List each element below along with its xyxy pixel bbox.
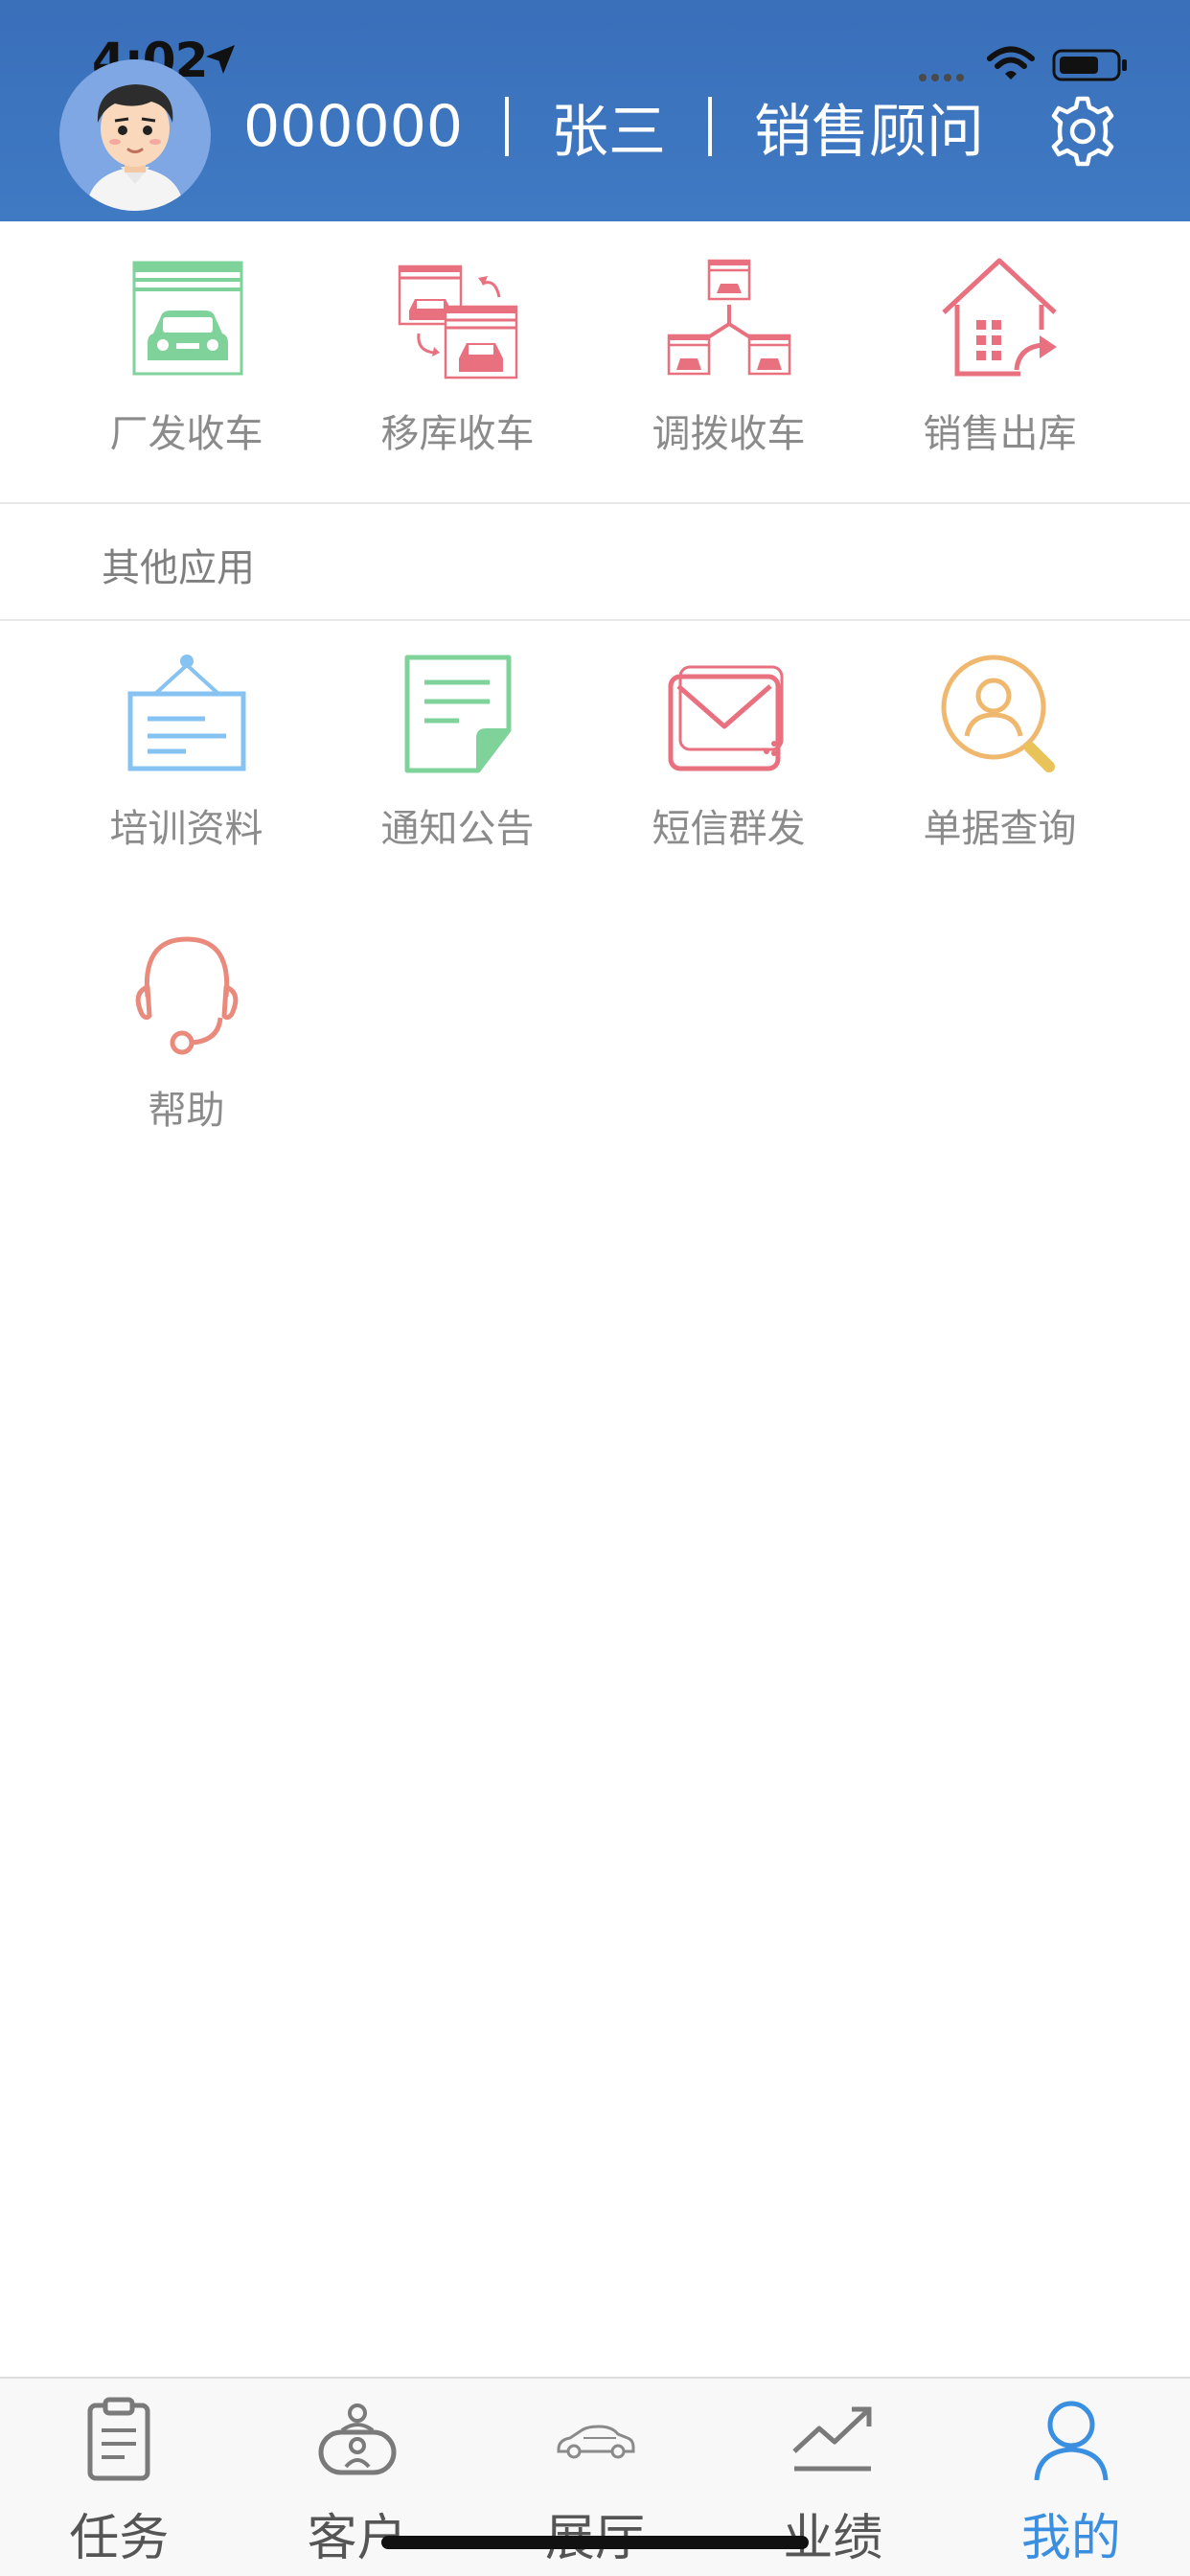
settings-gear-icon[interactable] xyxy=(1046,95,1119,168)
app-notices[interactable]: 通知公告 xyxy=(322,652,593,933)
person-icon xyxy=(1034,2401,1109,2481)
profile-header: 4:02 xyxy=(0,0,1190,221)
wifi-icon xyxy=(987,46,1035,80)
customer-icon xyxy=(318,2404,397,2475)
cellular-signal-icon xyxy=(919,74,964,81)
tab-label: 任务 xyxy=(69,2510,170,2567)
divider xyxy=(708,97,713,156)
sms-envelope-icon xyxy=(668,665,783,771)
tab-label: 业绩 xyxy=(783,2510,883,2567)
action-transfer-warehouse[interactable]: 移库收车 xyxy=(322,257,593,458)
app-label: 培训资料 xyxy=(109,807,263,851)
avatar[interactable] xyxy=(59,59,211,211)
action-label: 销售出库 xyxy=(923,412,1077,456)
app-help[interactable]: 帮助 xyxy=(51,933,322,1215)
app-label: 通知公告 xyxy=(380,807,535,851)
app-sms-broadcast[interactable]: 短信群发 xyxy=(593,652,864,933)
section-divider xyxy=(0,502,1190,504)
clipboard-icon xyxy=(87,2397,150,2481)
action-sales-outbound[interactable]: 销售出库 xyxy=(864,257,1135,458)
tab-label: 我的 xyxy=(1020,2510,1121,2567)
other-apps-title: 其他应用 xyxy=(102,546,255,590)
section-divider xyxy=(0,619,1190,621)
user-search-icon xyxy=(941,655,1055,772)
factory-delivery-icon xyxy=(132,261,242,376)
tab-label: 客户 xyxy=(307,2510,407,2567)
tab-me[interactable]: 我的 xyxy=(952,2379,1190,2576)
headset-icon xyxy=(135,936,238,1055)
receiving-actions: 厂发收车 移库收车 调拨收车 销售出库 xyxy=(51,257,1190,458)
trend-icon xyxy=(792,2406,872,2472)
avatar-cartoon-icon xyxy=(86,84,184,211)
tab-label: 展厅 xyxy=(545,2497,645,2569)
divider xyxy=(505,97,510,156)
action-allocation[interactable]: 调拨收车 xyxy=(593,257,864,458)
other-apps-grid: 培训资料 通知公告 短信群发 单据查询 帮助 xyxy=(51,652,1190,1215)
home-indicator[interactable] xyxy=(381,2536,809,2549)
sales-outbound-icon xyxy=(941,258,1057,377)
user-id: 000000 xyxy=(243,93,464,160)
action-label: 移库收车 xyxy=(380,412,535,456)
app-label: 单据查询 xyxy=(923,807,1077,851)
app-document-query[interactable]: 单据查询 xyxy=(864,652,1135,933)
tab-tasks[interactable]: 任务 xyxy=(0,2379,238,2576)
app-screen: 4:02 xyxy=(0,0,1190,2576)
action-label: 厂发收车 xyxy=(109,412,263,456)
user-info: 000000 张三 销售顾问 xyxy=(243,86,984,167)
user-name: 张三 xyxy=(551,98,667,166)
app-label: 短信群发 xyxy=(652,807,806,851)
allocation-icon xyxy=(667,259,790,376)
app-label: 帮助 xyxy=(148,1089,225,1133)
app-training-materials[interactable]: 培训资料 xyxy=(51,652,322,933)
location-arrow-icon xyxy=(206,45,235,74)
car-icon xyxy=(557,2425,635,2459)
battery-icon xyxy=(1052,49,1127,81)
user-role: 销售顾问 xyxy=(754,98,985,166)
transfer-warehouse-icon xyxy=(398,264,517,380)
action-factory-delivery[interactable]: 厂发收车 xyxy=(51,257,322,458)
action-label: 调拨收车 xyxy=(652,412,806,456)
training-board-icon xyxy=(127,655,245,771)
notice-document-icon xyxy=(404,655,511,773)
